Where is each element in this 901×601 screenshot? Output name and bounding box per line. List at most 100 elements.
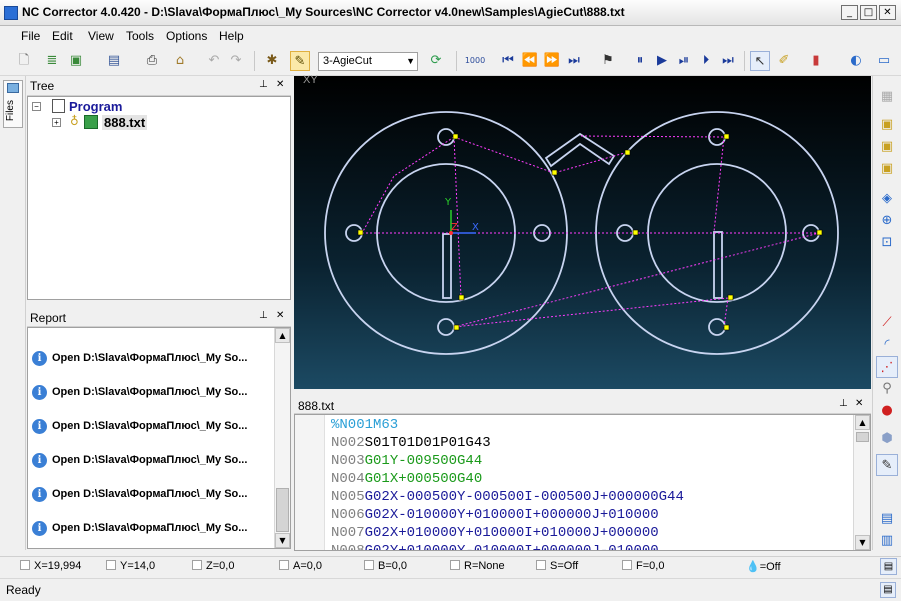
- status-b: B=0,0: [364, 560, 407, 572]
- scroll-thumb[interactable]: [856, 432, 869, 442]
- cube-side-icon[interactable]: ▣: [876, 158, 898, 180]
- save-icon[interactable]: ▤: [104, 51, 124, 71]
- line-code: G01Y-009500G44: [364, 453, 483, 469]
- close-icon[interactable]: ✕: [855, 398, 863, 409]
- play-icon[interactable]: ▶: [652, 51, 672, 71]
- edit-tool-icon[interactable]: ✎: [876, 454, 898, 476]
- layers-3d-icon[interactable]: ◈: [876, 188, 898, 210]
- menu-tools[interactable]: Tools: [126, 29, 154, 43]
- status-panel-icon[interactable]: ▤: [880, 582, 896, 598]
- line-code: S01T01D01P01G43: [364, 435, 491, 451]
- report-scrollbar[interactable]: ▲ ▼: [274, 328, 290, 548]
- forward-end-icon[interactable]: ⏭: [564, 51, 584, 71]
- arc-tool-icon[interactable]: ◜: [876, 334, 898, 356]
- new-file-icon[interactable]: 🗋: [14, 51, 34, 71]
- table-icon[interactable]: ▤: [876, 508, 898, 530]
- view-3d-icon[interactable]: ◐: [846, 51, 866, 71]
- maximize-button[interactable]: □: [860, 5, 877, 20]
- code-line[interactable]: N005G02X-000500Y-000500I-000500J+000000G…: [331, 489, 684, 505]
- tree-panel-title: Tree: [30, 79, 55, 93]
- line-number: N002: [331, 435, 365, 451]
- step-forward-icon[interactable]: ⏩: [542, 51, 562, 71]
- code-scrollbar[interactable]: ▲ ▼: [853, 415, 870, 550]
- flag-icon[interactable]: ⚑: [598, 51, 618, 71]
- path-tool-icon[interactable]: ⋰: [876, 356, 898, 378]
- menu-options[interactable]: Options: [166, 29, 207, 43]
- scroll-down-icon[interactable]: ▼: [275, 533, 290, 548]
- layers-icon[interactable]: ≣: [42, 51, 62, 71]
- code-line[interactable]: N006G02X-010000Y+010000I+000000J+010000: [331, 507, 659, 523]
- menu-help[interactable]: Help: [219, 29, 244, 43]
- fast-play-icon[interactable]: ⏵: [696, 51, 716, 71]
- tool-path: [361, 135, 820, 328]
- graphics-viewport[interactable]: XY Y X Z: [294, 74, 871, 389]
- tree-root-program[interactable]: Program: [69, 99, 122, 114]
- line-number: N004: [331, 471, 365, 487]
- zoom-window-icon[interactable]: ⊡: [876, 232, 898, 254]
- files-icon: [7, 83, 19, 93]
- bug-icon[interactable]: ✱: [262, 51, 282, 71]
- grid-icon[interactable]: ▦: [876, 86, 898, 108]
- menu-edit[interactable]: Edit: [52, 29, 73, 43]
- code-line[interactable]: N004G01X+000500G40: [331, 471, 482, 487]
- zoom-icon[interactable]: ⊕: [876, 210, 898, 232]
- rewind-start-icon[interactable]: ⏮: [498, 51, 518, 71]
- line-tool-icon[interactable]: ⟋: [876, 312, 898, 334]
- code-line[interactable]: N008G02Y+010000Y-010000I+000000J-010000: [331, 543, 659, 550]
- window-icon[interactable]: ▭: [874, 51, 894, 71]
- scroll-up-icon[interactable]: ▲: [275, 328, 290, 343]
- menu-view[interactable]: View: [88, 29, 114, 43]
- code-line[interactable]: N007G02X+010000Y+010000I+010000J+000000: [331, 525, 659, 541]
- code-line[interactable]: N003G01Y-009500G44: [331, 453, 482, 469]
- pause-icon[interactable]: ⏸: [630, 51, 650, 71]
- play-end-icon[interactable]: ⏭: [718, 51, 738, 71]
- close-icon[interactable]: ✕: [276, 310, 284, 321]
- tree-item-file[interactable]: 888.txt: [102, 115, 148, 130]
- axis-y-label: Y: [445, 197, 452, 208]
- refresh-icon[interactable]: ⟳: [426, 51, 446, 71]
- report-panel-title: Report: [30, 311, 67, 325]
- undo-icon[interactable]: ↶: [204, 51, 224, 71]
- play-step-icon[interactable]: ⏯: [674, 51, 694, 71]
- chart-icon[interactable]: ▮: [806, 51, 826, 71]
- solid-icon[interactable]: ⬢: [876, 428, 898, 450]
- menu-file[interactable]: File: [21, 29, 40, 43]
- status-coolant: 💧=Off: [746, 560, 781, 573]
- right-inner-circle: [647, 163, 787, 303]
- redo-icon[interactable]: ↷: [226, 51, 246, 71]
- line-code: G02X-000500Y-000500I-000500J+000000G44: [364, 489, 684, 505]
- scroll-down-icon[interactable]: ▼: [855, 535, 870, 550]
- close-icon[interactable]: ✕: [276, 79, 284, 90]
- right-toolbar: ▦ ▣ ▣ ▣ ◈ ⊕ ⊡ ⟋ ◜ ⋰ ⚲ ● ⬢ ✎ ▤ ▥: [872, 76, 901, 550]
- minimize-button[interactable]: _: [841, 5, 858, 20]
- measure-icon[interactable]: ⚲: [876, 378, 898, 400]
- line-number: N005: [331, 489, 365, 505]
- step-back-icon[interactable]: ⏪: [520, 51, 540, 71]
- brush-icon[interactable]: ⌂: [170, 51, 190, 71]
- code-line[interactable]: N002S01T01D01P01G43: [331, 435, 491, 451]
- code-editor[interactable]: %N001M63 N002S01T01D01P01G43 N003G01Y-0095…: [294, 414, 871, 551]
- pin-icon[interactable]: ⊥: [259, 310, 268, 321]
- expand-icon[interactable]: +: [52, 118, 61, 127]
- scale-icon[interactable]: 1000: [462, 51, 488, 71]
- wand-icon[interactable]: ✎: [290, 51, 310, 71]
- pin-icon[interactable]: ⊥: [259, 79, 268, 90]
- pin-icon[interactable]: ⊥: [839, 398, 848, 409]
- status-settings-icon[interactable]: ▤: [880, 558, 897, 575]
- scroll-thumb[interactable]: [276, 488, 289, 532]
- panel-icon[interactable]: ▥: [876, 530, 898, 552]
- ruler-icon[interactable]: ✐: [774, 51, 794, 71]
- cube-icon[interactable]: ▣: [876, 114, 898, 136]
- pointer-icon[interactable]: ↖: [750, 51, 770, 71]
- sphere-icon[interactable]: ●: [876, 400, 898, 422]
- line-code: G02X+010000Y+010000I+010000J+000000: [364, 525, 659, 541]
- scroll-up-icon[interactable]: ▲: [855, 415, 870, 430]
- print-icon[interactable]: ⎙: [142, 51, 162, 71]
- collapse-icon[interactable]: −: [32, 102, 41, 111]
- cube-front-icon[interactable]: ▣: [876, 136, 898, 158]
- machine-select[interactable]: 3-AgieCut ▼: [318, 52, 418, 71]
- close-button[interactable]: ✕: [879, 5, 896, 20]
- code-line[interactable]: %N001M63: [331, 417, 398, 433]
- open-image-icon[interactable]: ▣: [66, 51, 86, 71]
- info-icon: i: [32, 419, 47, 434]
